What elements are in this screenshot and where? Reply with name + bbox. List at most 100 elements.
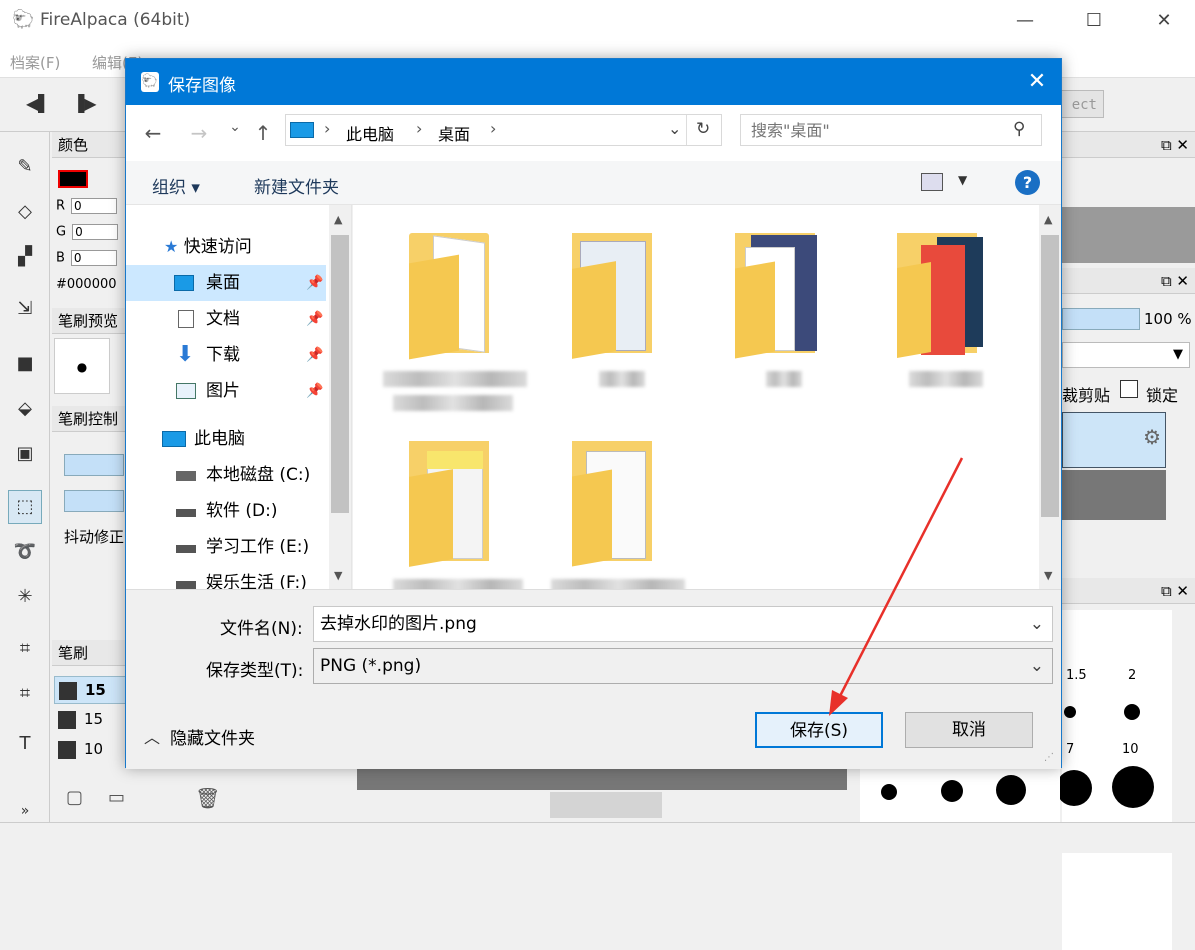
new-brush-icon[interactable]: ▢ xyxy=(66,787,83,808)
dot-tool-icon[interactable]: ▞ xyxy=(8,240,42,274)
nav-software-drive[interactable]: 软件 (D:) xyxy=(126,493,326,529)
brushsize-panel-float-icon[interactable]: ⧉ ✕ xyxy=(1062,578,1195,604)
delete-icon[interactable]: 🗑 xyxy=(195,786,220,810)
g-input[interactable]: 0 xyxy=(72,224,119,240)
resize-grip-icon[interactable]: ⋰ xyxy=(1044,752,1054,763)
filename-input[interactable]: 去掉水印的图片.png ⌄ xyxy=(313,606,1053,642)
b-input[interactable]: 0 xyxy=(70,250,117,266)
brush-size-dot[interactable] xyxy=(1112,766,1154,808)
pin-icon: 📌 xyxy=(306,311,324,327)
brush-size-dot[interactable] xyxy=(1124,704,1140,720)
folder-name-blurred xyxy=(599,371,645,387)
brush-item[interactable]: 15 xyxy=(54,706,130,734)
brush-item[interactable]: 10 xyxy=(54,736,130,764)
up-button[interactable]: ↑ xyxy=(252,121,274,145)
nav-documents[interactable]: 文档 📌 xyxy=(126,301,326,337)
chevron-down-icon[interactable]: ⌄ xyxy=(668,119,681,138)
folder-icon[interactable]: ▭ xyxy=(108,787,125,808)
scrollbar-thumb[interactable] xyxy=(1041,235,1059,517)
fill-rect-tool-icon[interactable]: ■ xyxy=(8,347,42,381)
brush-item[interactable]: 15 xyxy=(54,676,130,704)
scrollbar-thumb[interactable] xyxy=(331,235,349,513)
new-folder-button[interactable]: 新建文件夹 xyxy=(254,173,339,198)
recent-locations-button[interactable]: ⌄ xyxy=(224,119,246,135)
gradient-tool-icon[interactable]: ▣ xyxy=(8,437,42,471)
nav-this-pc[interactable]: 此电脑 xyxy=(126,421,326,457)
select-tool-icon[interactable]: ⬚ xyxy=(8,490,42,524)
filetype-select[interactable]: PNG (*.png) ⌄ xyxy=(313,648,1053,684)
canvas-strip xyxy=(357,768,847,790)
nav-local-disk[interactable]: 本地磁盘 (C:) xyxy=(126,457,326,493)
drive-icon xyxy=(176,471,196,481)
nav-downloads[interactable]: ⬇ 下载 📌 xyxy=(126,337,326,373)
drive-icon xyxy=(176,581,196,589)
breadcrumb-this-pc[interactable]: 此电脑 xyxy=(346,121,394,145)
nav-quick-access[interactable]: ★ 快速访问 xyxy=(164,229,351,265)
search-field[interactable]: ⚲ xyxy=(740,114,1042,146)
organize-menu[interactable]: 组织 ▾ xyxy=(152,173,200,198)
brush-size-dot[interactable] xyxy=(941,780,963,802)
panel-float-icon[interactable]: ⧉ ✕ xyxy=(1062,132,1195,158)
lock-checkbox[interactable] xyxy=(1120,380,1138,398)
bucket-tool-icon[interactable]: ⬙ xyxy=(8,392,42,426)
horizontal-scrollbar-thumb[interactable] xyxy=(550,792,662,818)
prev-icon[interactable]: ◀▌ xyxy=(26,94,51,113)
brush-size-dot[interactable] xyxy=(881,784,897,800)
save-button[interactable]: 保存(S) xyxy=(755,712,883,748)
layer-panel-float-icon[interactable]: ⧉ ✕ xyxy=(1062,268,1195,294)
drive-icon xyxy=(176,509,196,517)
navpane-scrollbar[interactable]: ▲ ▼ xyxy=(329,205,351,589)
hide-folders-toggle[interactable]: 隐藏文件夹 xyxy=(170,724,255,749)
lasso-tool-icon[interactable]: ➰ xyxy=(8,535,42,569)
brush-size-slider[interactable] xyxy=(64,454,124,476)
eraser-tool-icon[interactable]: ◇ xyxy=(8,195,42,229)
foreground-color-swatch[interactable] xyxy=(58,170,88,188)
folder-item[interactable] xyxy=(721,229,841,359)
cancel-button[interactable]: 取消 xyxy=(905,712,1033,748)
maximize-button[interactable]: ☐ xyxy=(1079,8,1109,34)
layer-row[interactable] xyxy=(1062,470,1166,520)
folder-item[interactable] xyxy=(883,229,1003,359)
close-button[interactable]: ✕ xyxy=(1149,8,1179,34)
move-tool-icon[interactable]: ⇲ xyxy=(8,292,42,326)
nav-pictures[interactable]: 图片 📌 xyxy=(126,373,326,409)
brush-preview-dot: ● xyxy=(54,338,110,394)
view-options-icon[interactable] xyxy=(921,173,943,191)
blend-mode-select[interactable]: ▼ xyxy=(1062,342,1190,368)
dialog-close-button[interactable]: ✕ xyxy=(1024,69,1050,95)
pen-tool-icon[interactable]: ✎ xyxy=(8,150,42,184)
brush-size-dot[interactable] xyxy=(1056,770,1092,806)
address-bar[interactable]: › 此电脑 › 桌面 › ⌄ ↻ xyxy=(285,114,722,146)
opacity-slider[interactable] xyxy=(1062,308,1140,330)
r-input[interactable]: 0 xyxy=(71,198,118,214)
brush-opacity-slider[interactable] xyxy=(64,490,124,512)
chevron-up-icon[interactable]: ︿ xyxy=(144,724,160,748)
magic-wand-tool-icon[interactable]: ✳ xyxy=(8,580,42,614)
help-button[interactable]: ? xyxy=(1015,170,1040,195)
nav-entertainment-drive[interactable]: 娱乐生活 (F:) xyxy=(126,565,326,589)
drive-icon xyxy=(176,545,196,553)
select-pen-tool-icon[interactable]: ⌗ xyxy=(8,632,42,666)
nav-desktop[interactable]: 桌面 📌 xyxy=(126,265,326,301)
folder-item[interactable] xyxy=(558,437,678,567)
folder-item[interactable] xyxy=(393,229,513,360)
select-eraser-tool-icon[interactable]: ⌗ xyxy=(8,677,42,711)
scroll-down-icon: ▼ xyxy=(1044,569,1053,582)
minimize-button[interactable]: — xyxy=(1010,8,1040,34)
menu-file[interactable]: 档案(F) xyxy=(10,52,60,73)
search-input[interactable] xyxy=(751,119,1001,141)
layer-settings-icon[interactable]: ⚙ xyxy=(1062,412,1166,468)
folder-item[interactable] xyxy=(393,437,513,567)
breadcrumb-desktop[interactable]: 桌面 xyxy=(438,121,470,145)
filepane-scrollbar[interactable]: ▲ ▼ xyxy=(1039,205,1061,589)
brush-size-dot[interactable] xyxy=(1064,706,1076,718)
refresh-button[interactable]: ↻ xyxy=(696,119,710,139)
next-icon[interactable]: ▐▶ xyxy=(72,94,97,113)
back-button[interactable]: ← xyxy=(142,121,164,145)
text-tool-icon[interactable]: T xyxy=(8,727,42,761)
forward-button[interactable]: → xyxy=(188,121,210,145)
folder-item[interactable] xyxy=(558,229,678,359)
nav-study-drive[interactable]: 学习工作 (E:) xyxy=(126,529,326,565)
view-dropdown-icon[interactable]: ▼ xyxy=(958,173,967,187)
brush-size-dot[interactable] xyxy=(996,775,1026,805)
